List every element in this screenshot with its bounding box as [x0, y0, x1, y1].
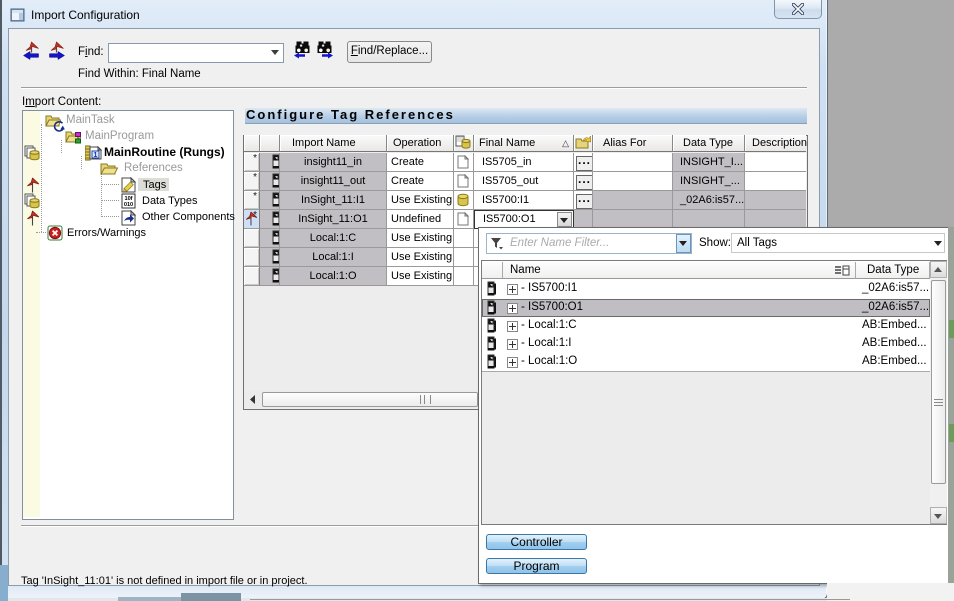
svg-text:010: 010 — [124, 202, 133, 208]
svg-text:1: 1 — [94, 152, 98, 159]
